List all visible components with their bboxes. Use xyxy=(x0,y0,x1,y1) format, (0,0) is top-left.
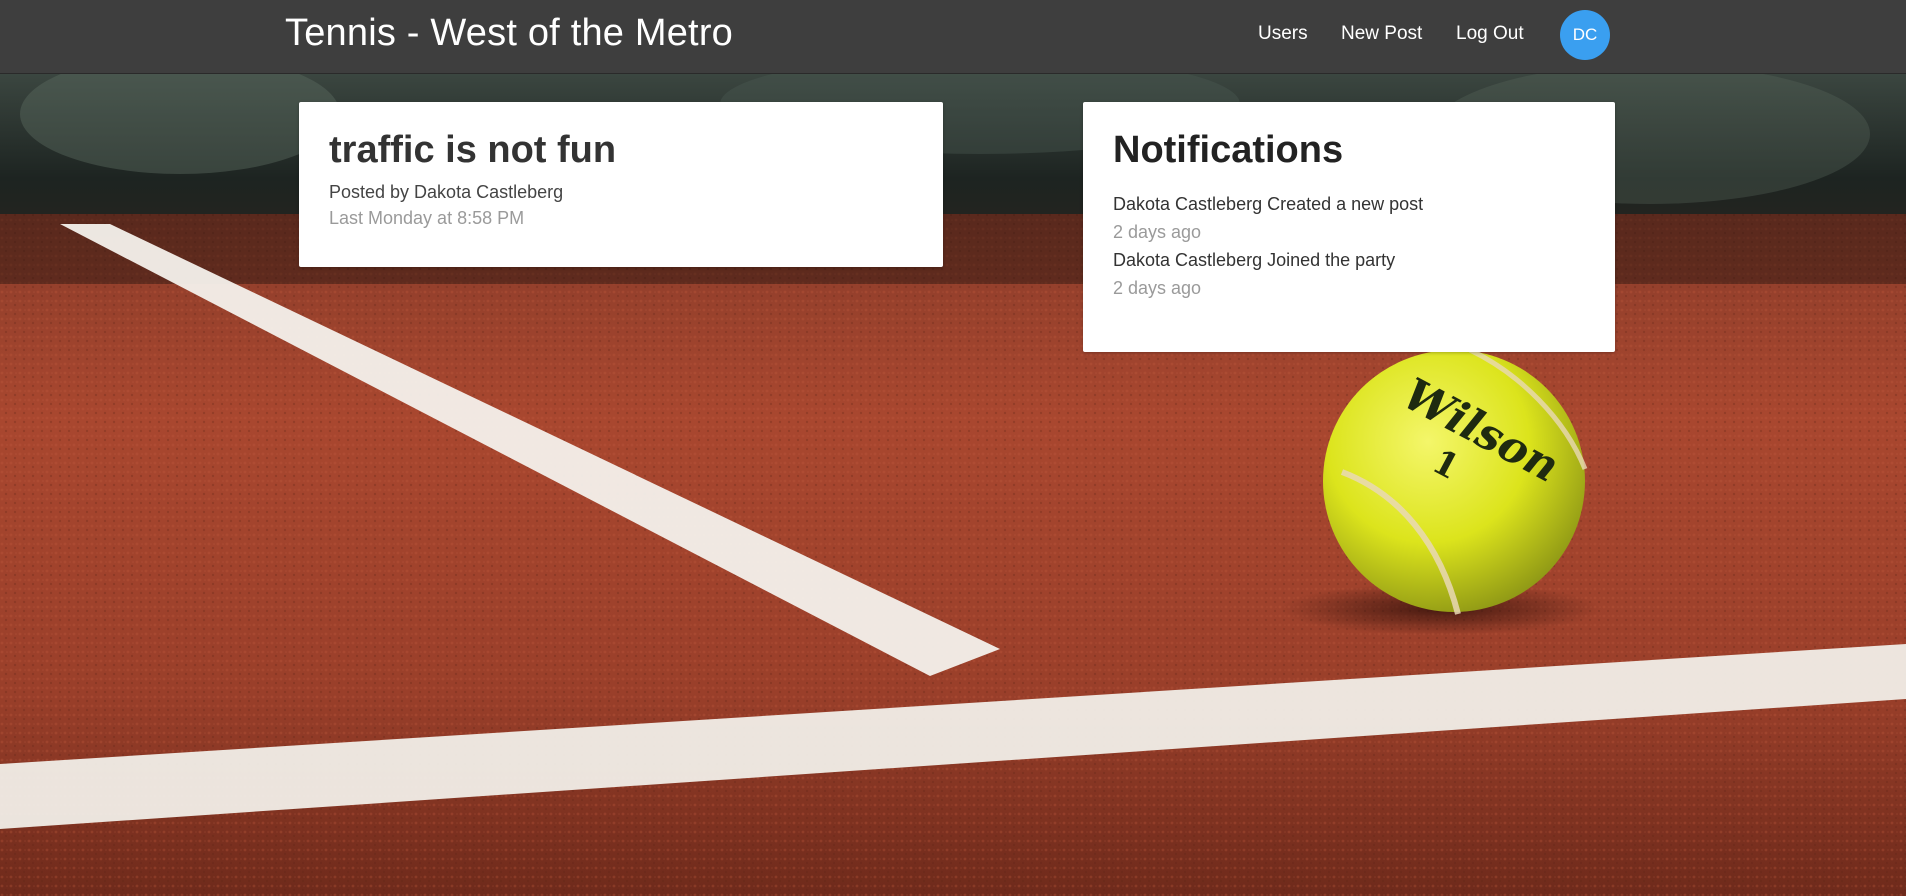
notification-text: Dakota Castleberg Joined the party xyxy=(1113,249,1396,270)
post-author: Posted by Dakota Castleberg xyxy=(329,181,564,202)
nav-users-link[interactable]: Users xyxy=(1258,23,1308,45)
nav-new-post-link[interactable]: New Post xyxy=(1341,23,1422,45)
top-navbar: Tennis - West of the Metro Users New Pos… xyxy=(0,0,1906,74)
notification-item: Dakota Castleberg Created a new post 2 d… xyxy=(1113,190,1585,246)
user-avatar[interactable]: DC xyxy=(1560,10,1610,60)
notification-time: 2 days ago xyxy=(1113,277,1202,298)
tennis-court-background-image: Wilson 1 xyxy=(0,74,1906,896)
tennis-ball-graphic: Wilson 1 xyxy=(1323,347,1588,615)
site-brand-link[interactable]: Tennis - West of the Metro xyxy=(285,12,733,55)
notifications-card: Notifications Dakota Castleberg Created … xyxy=(1083,102,1615,352)
notifications-list: Dakota Castleberg Created a new post 2 d… xyxy=(1113,190,1585,302)
notification-item: Dakota Castleberg Joined the party 2 day… xyxy=(1113,246,1585,302)
post-card[interactable]: traffic is not fun Posted by Dakota Cast… xyxy=(299,102,943,267)
notification-text: Dakota Castleberg Created a new post xyxy=(1113,193,1424,214)
notifications-title: Notifications xyxy=(1113,129,1344,171)
nav-log-out-link[interactable]: Log Out xyxy=(1456,23,1524,45)
post-timestamp: Last Monday at 8:58 PM xyxy=(329,207,525,228)
post-title[interactable]: traffic is not fun xyxy=(329,129,913,172)
notification-time: 2 days ago xyxy=(1113,221,1202,242)
